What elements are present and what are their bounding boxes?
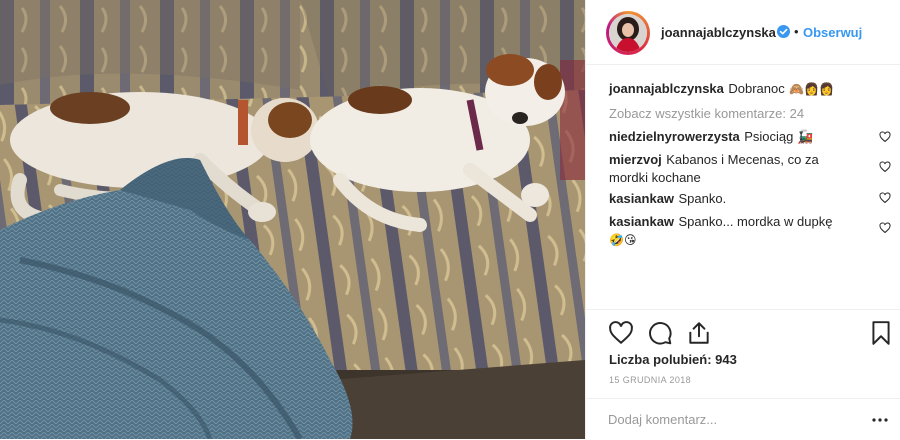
comment-like-heart-icon[interactable] <box>879 161 891 173</box>
comment-like-heart-icon[interactable] <box>879 192 891 204</box>
likes-count[interactable]: Liczba polubień: 943 <box>609 352 737 367</box>
post-header: joannajablczynska • Obserwuj <box>586 0 900 65</box>
instagram-post: joannajablczynska • Obserwuj joannajablc… <box>0 0 900 439</box>
avatar[interactable] <box>609 14 647 52</box>
post-caption: joannajablczynska Dobranoc 🙈👩👩 <box>609 80 879 98</box>
more-icon[interactable] <box>871 413 889 427</box>
header-username[interactable]: joannajablczynska <box>661 25 776 40</box>
comment-text: Psiociąg 🚂 <box>744 129 814 144</box>
dogs-on-sofa-image <box>0 0 585 439</box>
comment-username[interactable]: niedzielnyrowerzysta <box>609 129 740 144</box>
post-photo[interactable] <box>0 0 585 439</box>
post-actions: Liczba polubień: 943 15 GRUDNIA 2018 <box>586 309 900 440</box>
comment-username[interactable]: kasiankaw <box>609 214 674 229</box>
add-comment-input[interactable] <box>608 410 848 428</box>
avatar-image <box>609 14 647 52</box>
comment-item: niedzielnyrowerzysta Psiociąg 🚂 <box>609 128 859 146</box>
follow-button[interactable]: Obserwuj <box>803 25 862 40</box>
post-date[interactable]: 15 GRUDNIA 2018 <box>609 375 691 385</box>
comment-like-heart-icon[interactable] <box>879 222 891 234</box>
share-icon[interactable] <box>686 320 712 346</box>
caption-text: Dobranoc <box>728 81 785 96</box>
comment-text: Spanko. <box>678 191 727 206</box>
comment-icon[interactable] <box>647 320 673 346</box>
comment-emoji: 🤣😘 <box>609 233 637 247</box>
comment-username[interactable]: mierzvoj <box>609 152 662 167</box>
comment-username[interactable]: kasiankaw <box>609 191 674 206</box>
comment-text: Spanko... mordka w dupkę <box>678 214 833 229</box>
post-sidebar: joannajablczynska • Obserwuj joannajablc… <box>585 0 900 439</box>
verified-badge-icon <box>777 25 790 38</box>
comment-item: kasiankaw Spanko... mordka w dupkę 🤣😘 <box>609 213 859 249</box>
view-all-comments-link[interactable]: Zobacz wszystkie komentarze: 24 <box>609 106 804 121</box>
bookmark-icon[interactable] <box>868 320 894 346</box>
add-comment-bar <box>586 398 900 440</box>
comment-item: mierzvoj Kabanos i Mecenas, co za mordki… <box>609 151 859 187</box>
avatar-story-ring[interactable] <box>606 11 650 55</box>
comment-item: kasiankaw Spanko. <box>609 190 859 208</box>
heart-icon[interactable] <box>608 320 634 346</box>
comment-like-heart-icon[interactable] <box>879 131 891 143</box>
header-separator: • <box>794 24 799 39</box>
caption-username[interactable]: joannajablczynska <box>609 81 724 96</box>
caption-emoji: 🙈👩👩 <box>789 82 834 96</box>
